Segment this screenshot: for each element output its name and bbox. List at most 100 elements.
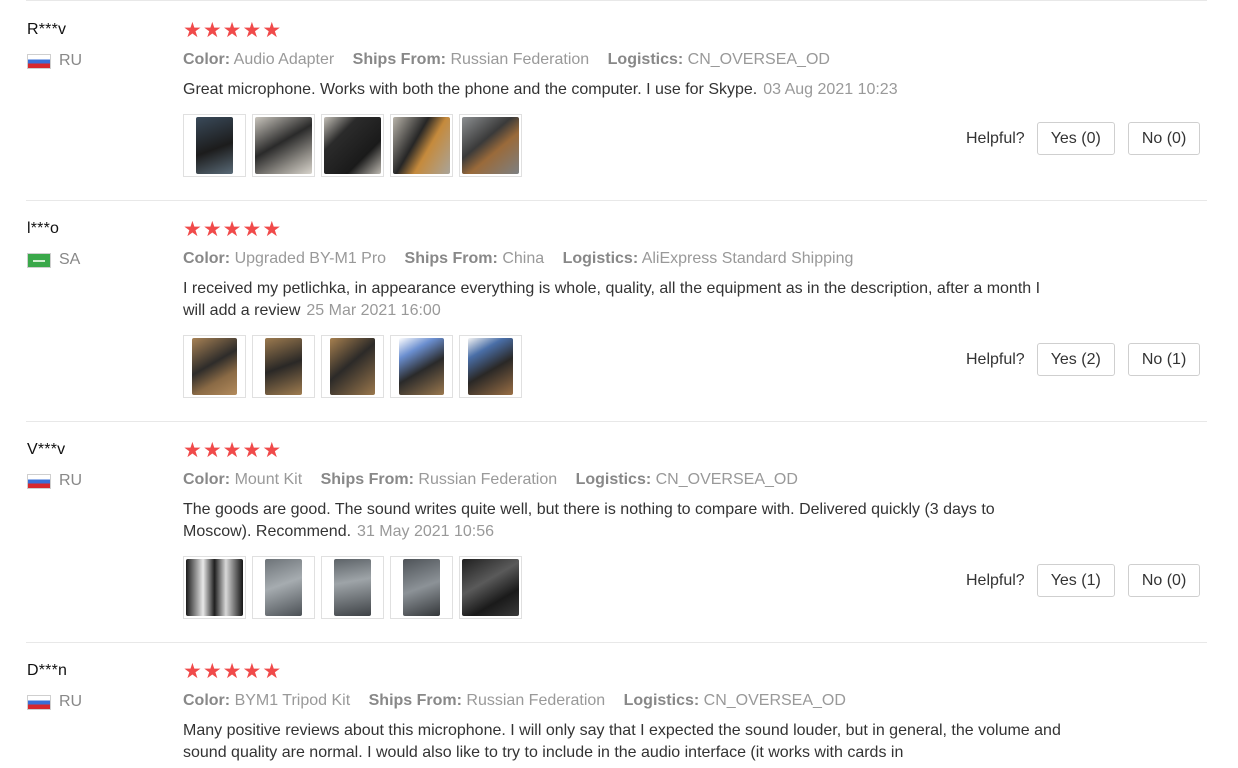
vote-yes-button[interactable]: Yes (1): [1036, 564, 1115, 597]
country-code: RU: [59, 693, 83, 710]
star-rating: ★ ★ ★ ★ ★: [183, 438, 1063, 462]
reviewer: V***v RU: [27, 440, 82, 490]
country-code: RU: [59, 472, 83, 489]
review-divider: [26, 642, 1207, 643]
color-value: Upgraded BY-M1 Pro: [234, 250, 387, 267]
ships-from-value: China: [502, 250, 545, 267]
star-rating: ★ ★ ★ ★ ★: [183, 217, 1063, 241]
review-photo-thumbnail[interactable]: [321, 556, 384, 619]
review-photo-thumbnail[interactable]: [321, 114, 384, 177]
reviewer-name: D***n: [27, 662, 68, 679]
review-photo-thumbnail[interactable]: [183, 114, 246, 177]
review-date: 31 May 2021 10:56: [357, 523, 495, 540]
star-icon: ★: [242, 438, 262, 462]
review-text: I received my petlichka, in appearance e…: [183, 278, 1063, 322]
color-label: Color:: [183, 51, 231, 68]
star-icon: ★: [242, 217, 262, 241]
star-icon: ★: [202, 217, 222, 241]
review-photo-thumbnail[interactable]: [390, 114, 453, 177]
photo-gallery: [183, 114, 528, 177]
order-details: Color: BYM1 Tripod Kit Ships From: Russi…: [183, 690, 1063, 712]
review-photo-thumbnail[interactable]: [183, 556, 246, 619]
review-text: Great microphone. Works with both the ph…: [183, 79, 1063, 101]
order-details: Color: Mount Kit Ships From: Russian Fed…: [183, 469, 1063, 491]
ships-from-value: Russian Federation: [466, 692, 606, 709]
reviewer-country: RU: [27, 472, 82, 490]
star-icon: ★: [202, 18, 222, 42]
review-photo-thumbnail[interactable]: [390, 335, 453, 398]
helpful-label: Helpful?: [966, 571, 1025, 589]
reviewer-name: l***o: [27, 220, 60, 237]
star-icon: ★: [222, 217, 242, 241]
helpful-vote: Helpful? Yes (2) No (1): [966, 343, 1213, 376]
russia-flag-icon: [27, 694, 51, 710]
star-icon: ★: [222, 18, 242, 42]
review-date: 03 Aug 2021 10:23: [763, 81, 898, 98]
logistics-label: Logistics:: [575, 471, 652, 488]
reviewer: D***n RU: [27, 661, 82, 711]
color-label: Color:: [183, 471, 231, 488]
ships-from-label: Ships From:: [404, 250, 498, 267]
review-photo-thumbnail[interactable]: [183, 335, 246, 398]
review-content: Great microphone. Works with both the ph…: [183, 81, 758, 98]
logistics-label: Logistics:: [623, 692, 700, 709]
review-divider: [26, 421, 1207, 422]
helpful-label: Helpful?: [966, 129, 1025, 147]
review-photo-thumbnail[interactable]: [459, 335, 522, 398]
review-body: ★ ★ ★ ★ ★ Color: Upgraded BY-M1 Pro Ships Fr…: [183, 219, 1063, 322]
reviewer: R***v RU: [27, 20, 82, 70]
vote-no-button[interactable]: No (0): [1127, 564, 1201, 597]
ships-from-label: Ships From:: [352, 51, 446, 68]
color-label: Color:: [183, 250, 231, 267]
star-icon: ★: [262, 659, 282, 683]
helpful-vote: Helpful? Yes (0) No (0): [966, 122, 1213, 155]
star-icon: ★: [222, 438, 242, 462]
review-photo-thumbnail[interactable]: [321, 335, 384, 398]
review-content: The goods are good. The sound writes qui…: [183, 501, 995, 540]
review-photo-thumbnail[interactable]: [252, 335, 315, 398]
review-text: The goods are good. The sound writes qui…: [183, 499, 1063, 543]
helpful-label: Helpful?: [966, 350, 1025, 368]
logistics-value: CN_OVERSEA_OD: [687, 51, 830, 68]
star-icon: ★: [183, 438, 202, 462]
review-photo-thumbnail[interactable]: [459, 114, 522, 177]
reviewer-country: RU: [27, 693, 82, 711]
top-divider: [26, 0, 1207, 1]
reviewer-country: SA: [27, 251, 80, 269]
reviewer-name: V***v: [27, 441, 66, 458]
ships-from-value: Russian Federation: [450, 51, 590, 68]
order-details: Color: Audio Adapter Ships From: Russian…: [183, 49, 1063, 71]
review-body: ★ ★ ★ ★ ★ Color: Mount Kit Ships From: Russi…: [183, 440, 1063, 543]
russia-flag-icon: [27, 473, 51, 489]
order-details: Color: Upgraded BY-M1 Pro Ships From: Ch…: [183, 248, 1063, 270]
vote-no-button[interactable]: No (1): [1127, 343, 1201, 376]
star-icon: ★: [183, 659, 202, 683]
review-body: ★ ★ ★ ★ ★ Color: BYM1 Tripod Kit Ships From:…: [183, 661, 1063, 764]
logistics-value: CN_OVERSEA_OD: [655, 471, 798, 488]
photo-gallery: [183, 335, 528, 398]
logistics-label: Logistics:: [607, 51, 684, 68]
reviewer-name: R***v: [27, 21, 67, 38]
review-body: ★ ★ ★ ★ ★ Color: Audio Adapter Ships From: R…: [183, 20, 1063, 101]
star-icon: ★: [242, 18, 262, 42]
vote-yes-button[interactable]: Yes (0): [1036, 122, 1115, 155]
review-photo-thumbnail[interactable]: [390, 556, 453, 619]
logistics-label: Logistics:: [562, 250, 639, 267]
review-photo-thumbnail[interactable]: [252, 556, 315, 619]
review-feed: R***v RU ★ ★ ★ ★ ★ Color: Audio Adapter Ship…: [0, 0, 1238, 768]
star-icon: ★: [222, 659, 242, 683]
star-icon: ★: [262, 18, 282, 42]
reviewer-country: RU: [27, 52, 82, 70]
saudi-flag-icon: [27, 252, 51, 268]
star-rating: ★ ★ ★ ★ ★: [183, 18, 1063, 42]
photo-gallery: [183, 556, 528, 619]
review-divider: [26, 200, 1207, 201]
country-code: SA: [59, 251, 81, 268]
review-photo-thumbnail[interactable]: [459, 556, 522, 619]
review-photo-thumbnail[interactable]: [252, 114, 315, 177]
russia-flag-icon: [27, 53, 51, 69]
vote-yes-button[interactable]: Yes (2): [1036, 343, 1115, 376]
color-value: Mount Kit: [234, 471, 303, 488]
vote-no-button[interactable]: No (0): [1127, 122, 1201, 155]
star-icon: ★: [183, 18, 202, 42]
